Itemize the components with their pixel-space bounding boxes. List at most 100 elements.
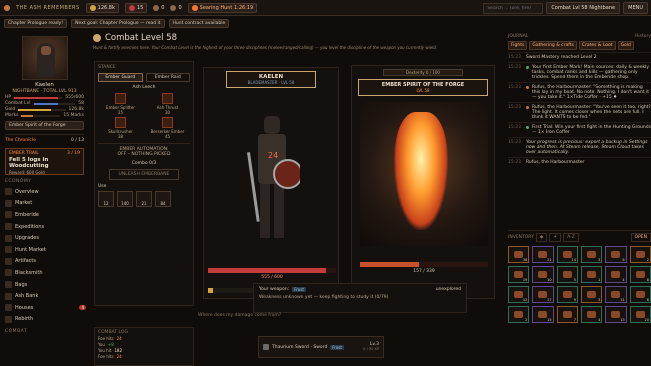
inventory-slot[interactable]: 2 <box>508 306 530 323</box>
skullcrusher-icon <box>115 117 126 128</box>
consumable-slot-2[interactable]: 140 <box>117 191 133 207</box>
history-button[interactable]: History <box>635 34 651 39</box>
inventory-slot[interactable]: 12 <box>508 286 530 303</box>
nav-hunt-market[interactable]: Hunt Market <box>3 244 86 256</box>
inventory-slot[interactable]: 3 <box>581 286 603 303</box>
crate-icon <box>153 4 160 11</box>
artifacts-icon <box>5 257 12 265</box>
inventory-slot[interactable]: 20 <box>629 306 651 323</box>
open-button[interactable]: OPEN <box>630 233 651 242</box>
inventory-slot[interactable]: 13 <box>605 306 627 323</box>
stance-ember-raid-button[interactable]: Ember Raid <box>145 73 190 82</box>
tab-gathering[interactable]: Gathering & crafts <box>529 41 577 50</box>
tab-gold[interactable]: Gold <box>617 41 634 50</box>
hero-hp-bar <box>208 268 336 273</box>
skill-skullcrusher[interactable]: Skullcrusher 38 <box>98 117 143 139</box>
chest-icon <box>170 4 177 11</box>
slot-count: 21 <box>547 258 552 262</box>
slot-count: 2 <box>525 318 528 322</box>
forge-target-pill[interactable]: Ember Spirit of the Forge <box>5 121 84 130</box>
ember-trail-card[interactable]: EMBER TRAIL 3 / 19 Fell 5 logs in Woodcut… <box>5 148 84 175</box>
inventory-slot[interactable]: 11 <box>605 286 627 303</box>
fire-spirit-figure <box>394 112 448 230</box>
inventory-slot[interactable]: 27 <box>532 286 554 303</box>
nav-blacksmith[interactable]: Blacksmith <box>3 267 86 279</box>
item-icon <box>611 291 621 298</box>
inventory-slot[interactable]: 9 <box>556 286 578 303</box>
consumable-slot-3[interactable]: 21 <box>136 191 152 207</box>
ash-leech-toggle[interactable]: Ash Leech <box>98 85 190 90</box>
inventory-slot[interactable]: 4 <box>605 266 627 283</box>
item-icon <box>538 311 548 318</box>
tab-fights[interactable]: Fights <box>508 41 528 50</box>
resource-counter-a: 0 <box>153 4 164 11</box>
stance-ember-guard-button[interactable]: Ember Guard <box>98 73 143 82</box>
nav-rebirth[interactable]: Rebirth <box>3 314 86 326</box>
nav-market[interactable]: Market <box>3 198 86 210</box>
weapon-element-tag: Frost <box>292 287 306 292</box>
consumable-slot-1[interactable]: 12 <box>98 191 114 207</box>
item-icon <box>635 311 645 318</box>
slot-count: 15 <box>547 318 552 322</box>
notification-next-goal[interactable]: Next goal: Chapter Prologue — read it <box>71 19 165 28</box>
inventory-slot[interactable]: 3 <box>581 246 603 263</box>
damage-source-link[interactable]: Where does my damage come from? <box>198 313 281 318</box>
inventory-slot[interactable]: 38 <box>508 246 530 263</box>
ember-automation[interactable]: EMBER AUTOMATION: OFF – NOTHING PICKED <box>98 143 190 157</box>
slot-count: 1 <box>598 278 601 282</box>
hunt-timer[interactable]: Searing Hunt 1:26:19 <box>187 2 258 13</box>
nav-overview[interactable]: Overview <box>3 186 86 198</box>
notification-strip: Chapter Prologue ready! Next goal: Chapt… <box>0 17 651 30</box>
journal-entry: 15:23 Your first Ember Mark! Main sources… <box>508 62 651 82</box>
player-name: Kaelen <box>35 82 54 88</box>
slot-count: 19 <box>522 278 528 282</box>
slot-count: 12 <box>522 298 528 302</box>
search-input[interactable] <box>483 2 544 14</box>
notification-chapter-ready[interactable]: Chapter Prologue ready! <box>4 19 68 28</box>
inventory-slot[interactable]: 8 <box>629 266 651 283</box>
inventory-slot[interactable]: 1 <box>581 266 603 283</box>
inventory-sort-rarity[interactable]: ◆ <box>535 233 548 242</box>
enemy-card: Dexterity 0 / 100 EMBER SPIRIT OF THE FO… <box>351 65 495 299</box>
inventory-slot[interactable]: 4 <box>581 306 603 323</box>
equipped-weapon[interactable]: Thaurium Sword - Sword Frost Lv.3 0 / 50 X… <box>258 336 384 358</box>
consumable-slot-4[interactable]: 84 <box>155 191 171 207</box>
inventory-slot[interactable]: 21 <box>532 246 554 263</box>
unleash-emberbane-button[interactable]: UNLEASH EMBERBANE <box>109 169 179 180</box>
skill-ash-thrust[interactable]: Ash Thrust 30 <box>145 93 190 115</box>
nav-artifacts[interactable]: Artifacts <box>3 256 86 268</box>
bags-icon <box>5 281 12 289</box>
skill-ember-splitter[interactable]: Ember Splitter 25 <box>98 93 143 115</box>
skill-berserker-ember[interactable]: Berserker Ember 45 <box>145 117 190 139</box>
inventory-slot[interactable]: 2 <box>629 246 651 263</box>
inventory-slot[interactable]: 5 <box>556 266 578 283</box>
notification-hunt-contract[interactable]: Hunt contract available <box>168 19 230 28</box>
enemy-portrait[interactable] <box>360 102 488 246</box>
nav-upgrades[interactable]: Upgrades <box>3 232 86 244</box>
player-title-line: NIGHTBANE · TOTAL LVL 913 <box>12 89 77 94</box>
slot-count: 3 <box>598 298 601 302</box>
nav-emberide[interactable]: Emberide <box>3 209 86 221</box>
inventory-slot[interactable]: 6 <box>629 286 651 303</box>
inventory-slot[interactable]: 7 <box>556 306 578 323</box>
chronicle-link[interactable]: The Chronicle 0 / 13 <box>5 134 84 143</box>
inventory-slot[interactable]: 19 <box>508 266 530 283</box>
inventory-sort-type[interactable]: ✦ <box>549 233 562 242</box>
slot-count: 13 <box>620 318 625 322</box>
nav-expeditions[interactable]: Expeditions <box>3 221 86 233</box>
hero-nameplate: KAELEN BLADEMASTER · LVL 58 <box>226 71 316 88</box>
nav-houses[interactable]: Houses 4 <box>3 302 86 314</box>
inventory-grid: 38 21 14 3 6 2 19 10 5 1 4 8 12 27 9 3 11 6 2 15 7 4 13 20 <box>508 246 651 323</box>
menu-button[interactable]: MENU <box>623 2 648 14</box>
item-icon <box>514 311 523 318</box>
combat-level-button[interactable]: Combat Lvl 58 Nightbane <box>546 2 621 14</box>
inventory-slot[interactable]: 6 <box>605 246 627 263</box>
nav-bags[interactable]: Bags <box>3 279 86 291</box>
inventory-slot[interactable]: 10 <box>532 266 554 283</box>
tab-crates[interactable]: Crates & Loot <box>578 41 616 50</box>
inventory-sort-az[interactable]: A-Z <box>563 233 579 242</box>
inventory-slot[interactable]: 15 <box>532 306 554 323</box>
combo-counter: Combo 0/3 <box>131 161 157 166</box>
inventory-slot[interactable]: 14 <box>556 246 578 263</box>
nav-ash-bank[interactable]: Ash Bank <box>3 290 86 302</box>
